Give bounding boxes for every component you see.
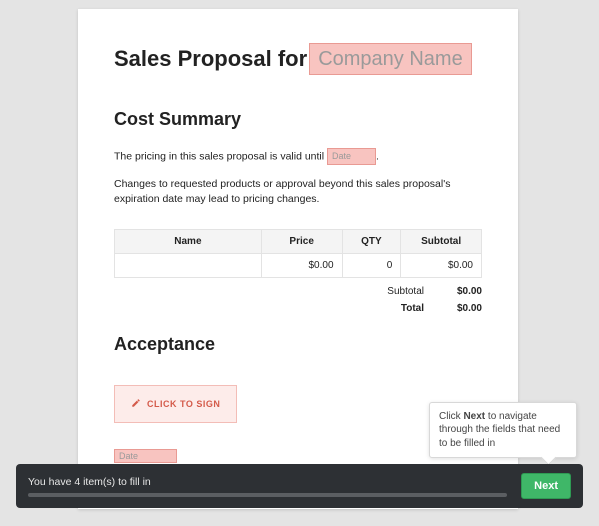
col-qty: QTY — [342, 230, 401, 254]
tooltip-prefix: Click — [439, 411, 463, 422]
intro-prefix: The pricing in this sales proposal is va… — [114, 150, 324, 162]
document-title: Sales Proposal for Company Name — [114, 43, 482, 75]
total-value: $0.00 — [442, 303, 482, 314]
sign-label: CLICK TO SIGN — [147, 399, 220, 409]
cost-table: Name Price QTY Subtotal $0.00 0 $0.00 — [114, 229, 482, 278]
subtotal-label: Subtotal — [374, 286, 424, 297]
fill-progress-bar: You have 4 item(s) to fill in Next — [16, 464, 583, 508]
cell-subtotal: $0.00 — [401, 254, 482, 278]
progress-track — [28, 493, 507, 497]
table-row: $0.00 0 $0.00 — [115, 254, 482, 278]
acceptance-section: Acceptance CLICK TO SIGN Date — [114, 334, 482, 464]
valid-until-date-field[interactable]: Date — [327, 148, 376, 165]
col-price: Price — [261, 230, 342, 254]
click-to-sign-button[interactable]: CLICK TO SIGN — [114, 385, 237, 423]
title-prefix: Sales Proposal for — [114, 46, 307, 72]
pen-icon — [131, 398, 141, 410]
intro-suffix: . — [376, 150, 379, 162]
items-remaining-text: You have 4 item(s) to fill in — [28, 476, 507, 488]
company-name-field[interactable]: Company Name — [309, 43, 472, 75]
pricing-note: Changes to requested products or approva… — [114, 177, 482, 207]
totals-block: Subtotal $0.00 Total $0.00 — [114, 286, 482, 314]
pricing-validity-text: The pricing in this sales proposal is va… — [114, 148, 482, 165]
acceptance-date-field[interactable]: Date — [114, 449, 177, 463]
cost-summary-heading: Cost Summary — [114, 109, 482, 130]
col-subtotal: Subtotal — [401, 230, 482, 254]
next-button[interactable]: Next — [521, 473, 571, 499]
subtotal-row: Subtotal $0.00 — [114, 286, 482, 297]
acceptance-heading: Acceptance — [114, 334, 482, 355]
footer-left: You have 4 item(s) to fill in — [28, 476, 507, 497]
cell-qty: 0 — [342, 254, 401, 278]
total-row: Total $0.00 — [114, 303, 482, 314]
tooltip-bold: Next — [463, 411, 485, 422]
subtotal-value: $0.00 — [442, 286, 482, 297]
total-label: Total — [374, 303, 424, 314]
col-name: Name — [115, 230, 262, 254]
cell-price: $0.00 — [261, 254, 342, 278]
next-tooltip: Click Next to navigate through the field… — [429, 402, 577, 459]
cell-name — [115, 254, 262, 278]
table-header-row: Name Price QTY Subtotal — [115, 230, 482, 254]
